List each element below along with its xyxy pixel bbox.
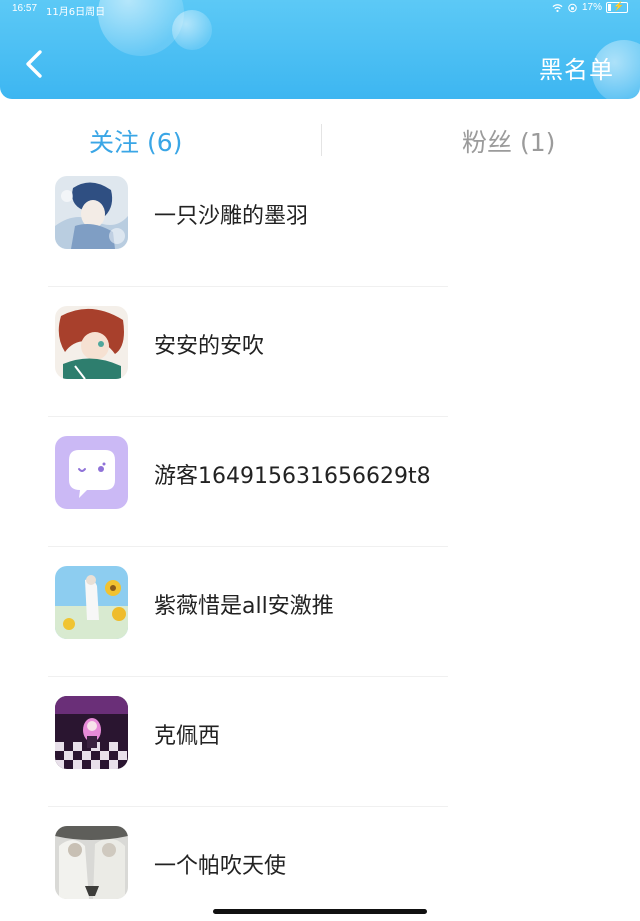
sunflower-sky-avatar (55, 566, 128, 639)
blacklist-button[interactable]: 黑名单 (539, 50, 614, 85)
avatar[interactable] (55, 566, 128, 639)
avatar[interactable] (55, 436, 128, 509)
list-item[interactable]: 克佩西 (0, 678, 640, 808)
header-bar: 16:57 11月6日周日 17% ⚡ 黑名单 (0, 0, 640, 99)
status-date: 11月6日周日 (46, 7, 106, 18)
username: 游客164915631656629t8 (154, 464, 431, 489)
divider (48, 806, 448, 807)
status-time: 16:57 (12, 3, 38, 14)
two-figures-gray-avatar (55, 826, 128, 899)
divider (48, 286, 448, 287)
list-item[interactable]: 安安的安吹 (0, 288, 640, 418)
list-item[interactable]: 游客164915631656629t8 (0, 418, 640, 548)
list-item[interactable]: 一只沙雕的墨羽 (0, 158, 640, 288)
avatar[interactable] (55, 306, 128, 379)
username: 克佩西 (154, 724, 221, 749)
username: 一只沙雕的墨羽 (154, 204, 309, 229)
divider (48, 546, 448, 547)
username: 安安的安吹 (154, 334, 265, 359)
battery-icon: ⚡ (606, 1, 628, 13)
list-item[interactable]: 紫薇惜是all安激推 (0, 548, 640, 678)
chevron-left-icon (26, 50, 42, 78)
pink-hair-checkerboard-avatar (55, 696, 128, 769)
username: 紫薇惜是all安激推 (154, 594, 334, 619)
avatar[interactable] (55, 696, 128, 769)
anime-red-hair-avatar (55, 306, 128, 379)
list-item[interactable]: 一个帕吹天使 (0, 808, 640, 921)
username: 一个帕吹天使 (154, 854, 287, 879)
divider (48, 416, 448, 417)
avatar[interactable] (55, 176, 128, 249)
status-icons: 17% ⚡ (552, 1, 628, 13)
home-indicator[interactable] (213, 909, 427, 914)
wifi-icon (552, 3, 563, 12)
avatar[interactable] (55, 826, 128, 899)
tab-divider (321, 124, 322, 156)
app-screen: 16:57 11月6日周日 17% ⚡ 黑名单 关注 (6) 粉丝 (1) 一只… (0, 0, 640, 921)
battery-percent: 17% (581, 2, 602, 13)
purple-chat-bubble-avatar (55, 436, 128, 509)
decorative-bubble (172, 10, 212, 50)
orientation-lock-icon (568, 3, 577, 12)
back-button[interactable] (18, 44, 52, 84)
divider (48, 676, 448, 677)
anime-boy-blue-hair-avatar (55, 176, 128, 249)
